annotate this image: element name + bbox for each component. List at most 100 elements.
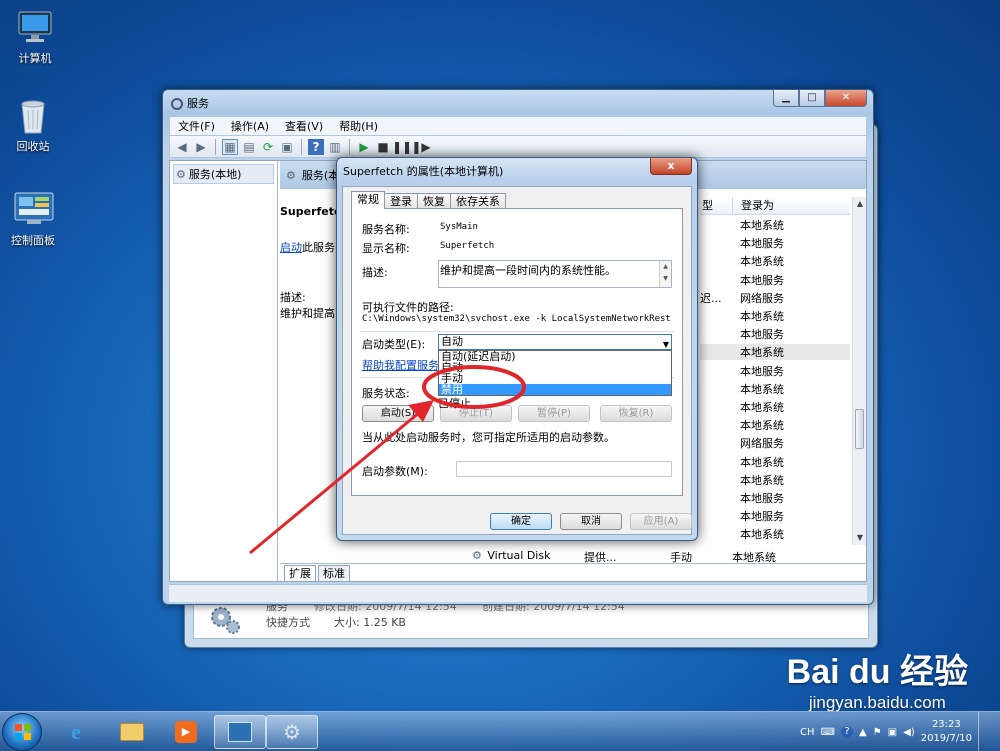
console-icon[interactable]: ▥ <box>327 139 343 155</box>
stop-icon[interactable]: ■ <box>375 139 391 155</box>
table-row[interactable]: 本地系统 <box>700 253 850 269</box>
maximize-button[interactable]: □ <box>799 90 825 107</box>
tab-general[interactable]: 常规 <box>351 191 385 209</box>
tab-recovery[interactable]: 恢复 <box>417 193 451 209</box>
scroll-down-icon[interactable]: ▼ <box>853 531 867 545</box>
export-list-icon[interactable]: ▣ <box>279 139 295 155</box>
start-button[interactable] <box>2 713 42 751</box>
start-button[interactable]: 启动(S) <box>362 405 434 422</box>
restart-icon[interactable]: ❚▶ <box>411 139 430 155</box>
service-name-label: 服务名称: <box>362 223 410 236</box>
minimize-button[interactable]: ▁ <box>773 90 799 107</box>
option-auto[interactable]: 自动 <box>439 362 671 373</box>
dialog-body: 常规 登录 恢复 依存关系 服务名称: SysMain 显示名称: Superf… <box>342 186 692 535</box>
menu-file[interactable]: 文件(F) <box>178 118 215 134</box>
tab-extended[interactable]: 扩展 <box>284 565 316 581</box>
help-configure-link[interactable]: 帮助我配置服务启 <box>362 357 450 373</box>
taskbar-media-player[interactable]: ▶ <box>160 715 212 749</box>
table-row[interactable]: 本地服务 <box>700 363 850 379</box>
separator <box>360 331 674 332</box>
show-desktop-button[interactable] <box>978 712 990 751</box>
start-service-link[interactable]: 启动 <box>280 241 302 254</box>
keyboard-icon[interactable]: ⌨ <box>821 727 835 738</box>
refresh-icon[interactable]: ⟳ <box>260 139 276 155</box>
description-scrollbar[interactable]: ▲ ▼ <box>659 261 671 287</box>
dialog-title[interactable]: Superfetch 的属性(本地计算机) <box>343 163 503 179</box>
play-icon[interactable]: ▶ <box>356 139 372 155</box>
desktop-icon-control-panel[interactable]: 控制面板 <box>0 190 68 248</box>
menu-help[interactable]: 帮助(H) <box>339 118 378 134</box>
apply-button[interactable]: 应用(A) <box>630 513 692 530</box>
windows-logo-icon <box>15 724 31 740</box>
table-row[interactable]: 本地系统 <box>700 381 850 397</box>
file-type: 快捷方式 <box>266 616 310 629</box>
tab-logon[interactable]: 登录 <box>384 193 418 209</box>
watermark-url: jingyan.baidu.com <box>808 693 946 712</box>
table-row[interactable]: 本地系统 <box>700 217 850 233</box>
table-row[interactable]: 本地系统 <box>700 308 850 324</box>
table-row[interactable]: 本地服务 <box>700 490 850 506</box>
tab-standard[interactable]: 标准 <box>318 565 350 581</box>
table-row[interactable]: 本地系统 <box>700 344 850 361</box>
menu-view[interactable]: 查看(V) <box>285 118 323 134</box>
desktop-icon-computer[interactable]: 计算机 <box>0 8 70 66</box>
show-tree-icon[interactable]: ▦ <box>222 138 238 155</box>
show-hidden-icons-icon[interactable]: ▲ <box>859 727 867 738</box>
tree-item-services-local[interactable]: ⚙ 服务(本地) <box>173 164 274 184</box>
resume-button[interactable]: 恢复(R) <box>600 405 672 422</box>
menu-action[interactable]: 操作(A) <box>231 118 269 134</box>
back-arrow-icon[interactable]: ◀ <box>174 139 190 155</box>
pause-button[interactable]: 暂停(P) <box>518 405 590 422</box>
table-row[interactable]: 网络服务 <box>700 435 850 451</box>
scroll-up-icon[interactable]: ▲ <box>853 197 867 211</box>
column-header-startup-type[interactable]: 型 <box>700 197 732 215</box>
volume-icon[interactable]: ◀) <box>903 727 915 738</box>
cancel-button[interactable]: 取消 <box>560 513 622 530</box>
pause-icon[interactable]: ❚❚ <box>392 139 412 155</box>
table-row[interactable]: 迟... 网络服务 <box>700 290 850 306</box>
taskbar: e ▶ ⚙ CH ⌨ ? ▲ ⚑ ▣ ◀) 23:23 2019/7/10 <box>0 711 1000 751</box>
column-header-logon[interactable]: 登录为 <box>732 197 850 215</box>
taskbar-explorer[interactable] <box>106 715 158 749</box>
control-panel-icon <box>13 190 54 228</box>
forward-arrow-icon[interactable]: ▶ <box>193 139 209 155</box>
dialog-close-button[interactable]: x <box>650 158 692 175</box>
language-indicator[interactable]: CH <box>800 727 815 738</box>
table-row[interactable]: 本地系统 <box>700 454 850 470</box>
clock[interactable]: 23:23 2019/7/10 <box>921 718 972 746</box>
taskbar-ie[interactable]: e <box>50 715 102 749</box>
description-box[interactable]: 维护和提高一段时间内的系统性能。 ▲ ▼ <box>438 260 672 288</box>
start-params-input[interactable] <box>456 461 672 477</box>
action-center-flag-icon[interactable]: ⚑ <box>873 727 882 738</box>
option-manual[interactable]: 手动 <box>439 373 671 384</box>
network-icon[interactable]: ▣ <box>888 727 897 738</box>
table-row[interactable]: 本地服务 <box>700 508 850 524</box>
description-label: 描述: <box>362 266 388 279</box>
table-row[interactable]: 本地系统 <box>700 417 850 433</box>
properties-icon[interactable]: ▤ <box>241 139 257 155</box>
display-name-label: 显示名称: <box>362 242 410 255</box>
close-button[interactable]: ✕ <box>825 90 867 107</box>
table-row[interactable]: 本地服务 <box>700 272 850 288</box>
table-row[interactable]: ⚙ Virtual Disk <box>472 549 550 562</box>
table-row[interactable]: 本地系统 <box>700 472 850 488</box>
taskbar-services[interactable]: ⚙ <box>266 715 318 749</box>
table-row[interactable]: 本地服务 <box>700 235 850 251</box>
help-icon[interactable]: ? <box>841 726 853 738</box>
window-title-bar[interactable]: 服务 <box>171 94 209 114</box>
tab-dependencies[interactable]: 依存关系 <box>450 193 506 209</box>
ok-button[interactable]: 确定 <box>490 513 552 530</box>
desktop-icon-recycle-bin[interactable]: 回收站 <box>0 96 68 154</box>
table-row[interactable]: 本地系统 <box>700 399 850 415</box>
option-auto-delayed[interactable]: 自动(延迟启动) <box>439 351 671 362</box>
table-row[interactable]: 本地服务 <box>700 326 850 342</box>
help-icon[interactable]: ? <box>308 138 324 155</box>
table-row[interactable]: 本地系统 <box>700 526 850 542</box>
vertical-scrollbar[interactable]: ▲ ▼ <box>852 197 866 545</box>
system-tray: CH ⌨ ? ▲ ⚑ ▣ ◀) 23:23 2019/7/10 <box>800 712 1000 751</box>
startup-type-select[interactable]: 自动 ▼ <box>438 334 672 350</box>
taskbar-control-panel[interactable] <box>214 715 266 749</box>
computer-icon <box>15 8 55 46</box>
scroll-thumb[interactable] <box>855 409 864 449</box>
option-disabled[interactable]: 禁用 <box>439 384 671 395</box>
